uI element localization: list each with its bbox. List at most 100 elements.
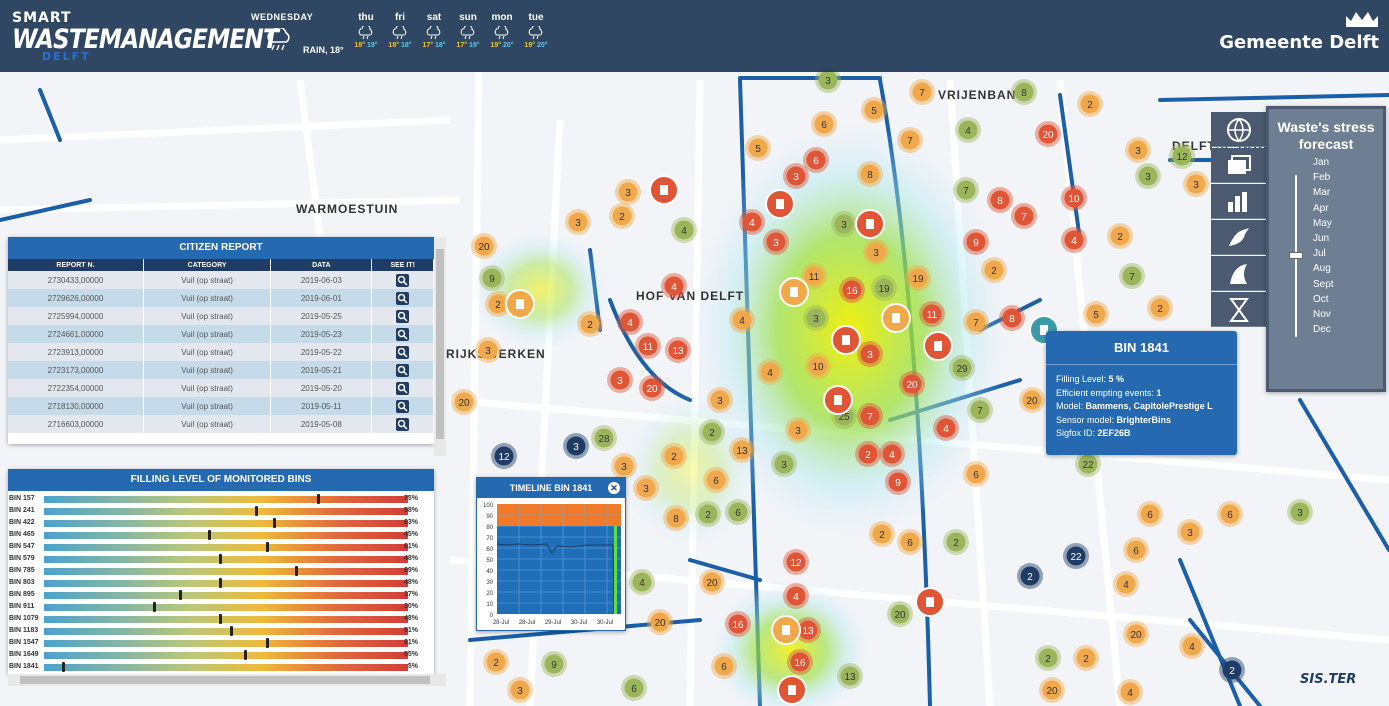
bin-cluster-marker[interactable]: 2 — [577, 311, 603, 337]
bin-fill-row[interactable]: BIN 1547 61% — [8, 638, 434, 648]
month-label[interactable]: Jun — [1313, 233, 1329, 244]
bin-cluster-marker[interactable]: 4 — [739, 209, 765, 235]
bin-cluster-marker[interactable]: 3 — [507, 677, 533, 703]
bin-fill-row[interactable]: BIN 465 45% — [8, 530, 434, 540]
bin-cluster-marker[interactable]: 3 — [785, 417, 811, 443]
bin-icon[interactable] — [649, 175, 679, 205]
hourglass-tool[interactable] — [1211, 292, 1269, 327]
bin-icon[interactable] — [779, 277, 809, 307]
heat-tool[interactable] — [1211, 256, 1269, 291]
bin-cluster-marker[interactable]: 6 — [703, 467, 729, 493]
bin-cluster-marker[interactable]: 2 — [1147, 295, 1173, 321]
bin-cluster-marker[interactable]: 4 — [661, 273, 687, 299]
bin-cluster-marker[interactable]: 2 — [661, 443, 687, 469]
bin-icon[interactable] — [777, 675, 807, 705]
bin-cluster-marker[interactable]: 4 — [955, 117, 981, 143]
month-label[interactable]: Nov — [1313, 309, 1331, 320]
bin-fill-row[interactable]: BIN 785 69% — [8, 566, 434, 576]
bin-cluster-marker[interactable]: 4 — [629, 569, 655, 595]
bin-cluster-marker[interactable]: 16 — [839, 277, 865, 303]
bin-cluster-marker[interactable]: 11 — [635, 333, 661, 359]
bin-cluster-marker[interactable]: 3 — [607, 367, 633, 393]
bin-cluster-marker[interactable]: 10 — [805, 353, 831, 379]
bin-cluster-marker[interactable]: 7 — [967, 397, 993, 423]
bin-cluster-marker[interactable]: 9 — [541, 651, 567, 677]
bin-cluster-marker[interactable]: 2 — [1017, 563, 1043, 589]
bin-cluster-marker[interactable]: 4 — [1179, 633, 1205, 659]
bin-cluster-marker[interactable]: 4 — [1117, 679, 1143, 705]
bin-cluster-marker[interactable]: 20 — [647, 609, 673, 635]
bin-cluster-marker[interactable]: 3 — [633, 475, 659, 501]
bin-cluster-marker[interactable]: 3 — [771, 451, 797, 477]
bin-icon[interactable] — [923, 331, 953, 361]
search-icon[interactable] — [396, 399, 410, 413]
bin-cluster-marker[interactable]: 10 — [1061, 185, 1087, 211]
bin-cluster-marker[interactable]: 6 — [621, 675, 647, 701]
search-icon[interactable] — [396, 417, 410, 431]
bin-cluster-marker[interactable]: 20 — [887, 601, 913, 627]
bin-cluster-marker[interactable]: 29 — [949, 355, 975, 381]
bin-cluster-marker[interactable]: 19 — [905, 265, 931, 291]
bin-cluster-marker[interactable]: 2 — [699, 419, 725, 445]
bin-cluster-marker[interactable]: 2 — [1219, 657, 1245, 683]
citizen-scrollbar[interactable] — [434, 237, 446, 456]
filling-scrollbar[interactable] — [8, 674, 446, 686]
search-icon[interactable] — [396, 273, 410, 287]
bin-cluster-marker[interactable]: 7 — [963, 309, 989, 335]
bin-fill-row[interactable]: BIN 911 30% — [8, 602, 434, 612]
bin-cluster-marker[interactable]: 3 — [1177, 519, 1203, 545]
bin-icon[interactable] — [831, 325, 861, 355]
bin-cluster-marker[interactable]: 16 — [787, 649, 813, 675]
bin-cluster-marker[interactable]: 20 — [451, 389, 477, 415]
month-label[interactable]: May — [1313, 218, 1332, 229]
bin-fill-row[interactable]: BIN 895 37% — [8, 590, 434, 600]
bin-cluster-marker[interactable]: 3 — [565, 209, 591, 235]
bin-cluster-marker[interactable]: 2 — [609, 203, 635, 229]
bin-cluster-marker[interactable]: 6 — [963, 461, 989, 487]
month-label[interactable]: Apr — [1313, 203, 1329, 214]
bin-cluster-marker[interactable]: 12 — [491, 443, 517, 469]
bin-fill-row[interactable]: BIN 241 58% — [8, 506, 434, 516]
bin-fill-row[interactable]: BIN 579 48% — [8, 554, 434, 564]
bin-cluster-marker[interactable]: 2 — [1073, 645, 1099, 671]
month-label[interactable]: Dec — [1313, 324, 1331, 335]
bin-icon[interactable] — [505, 289, 535, 319]
bin-cluster-marker[interactable]: 4 — [671, 217, 697, 243]
bin-cluster-marker[interactable]: 3 — [563, 433, 589, 459]
bin-cluster-marker[interactable]: 7 — [1119, 263, 1145, 289]
month-label[interactable]: Aug — [1313, 263, 1331, 274]
close-icon[interactable]: ✕ — [608, 482, 620, 494]
bin-cluster-marker[interactable]: 12 — [1169, 143, 1195, 169]
month-label[interactable]: Oct — [1313, 294, 1329, 305]
bin-cluster-marker[interactable]: 4 — [729, 307, 755, 333]
bin-cluster-marker[interactable]: 3 — [1125, 137, 1151, 163]
month-label[interactable]: Mar — [1313, 187, 1330, 198]
bin-cluster-marker[interactable]: 8 — [987, 187, 1013, 213]
bin-cluster-marker[interactable]: 20 — [471, 233, 497, 259]
search-icon[interactable] — [396, 291, 410, 305]
bin-cluster-marker[interactable]: 4 — [757, 359, 783, 385]
bin-fill-row[interactable]: BIN 1079 48% — [8, 614, 434, 624]
bin-cluster-marker[interactable]: 4 — [1061, 227, 1087, 253]
bin-cluster-marker[interactable]: 16 — [725, 611, 751, 637]
bin-cluster-marker[interactable]: 3 — [611, 453, 637, 479]
bin-cluster-marker[interactable]: 3 — [707, 387, 733, 413]
bin-cluster-marker[interactable]: 6 — [811, 111, 837, 137]
bin-cluster-marker[interactable]: 2 — [1107, 223, 1133, 249]
bin-cluster-marker[interactable]: 20 — [1019, 387, 1045, 413]
bin-cluster-marker[interactable]: 9 — [885, 469, 911, 495]
bin-cluster-marker[interactable]: 13 — [729, 437, 755, 463]
bin-cluster-marker[interactable]: 4 — [617, 309, 643, 335]
bin-cluster-marker[interactable]: 2 — [1077, 91, 1103, 117]
bin-cluster-marker[interactable]: 20 — [639, 375, 665, 401]
bin-cluster-marker[interactable]: 3 — [475, 337, 501, 363]
bin-cluster-marker[interactable]: 7 — [857, 403, 883, 429]
search-icon[interactable] — [396, 345, 410, 359]
search-icon[interactable] — [396, 381, 410, 395]
bin-cluster-marker[interactable]: 6 — [1137, 501, 1163, 527]
bin-cluster-marker[interactable]: 20 — [1035, 121, 1061, 147]
bin-cluster-marker[interactable]: 3 — [783, 163, 809, 189]
month-label[interactable]: Feb — [1313, 172, 1330, 183]
bin-cluster-marker[interactable]: 22 — [1063, 543, 1089, 569]
bin-cluster-marker[interactable]: 2 — [695, 501, 721, 527]
